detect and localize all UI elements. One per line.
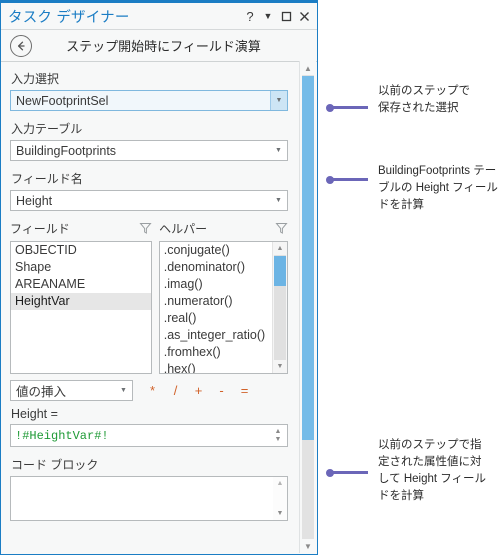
back-arrow-icon[interactable] <box>10 34 32 57</box>
input-selection-value: NewFootprintSel <box>11 93 270 108</box>
leader-dot <box>326 468 334 477</box>
list-item[interactable]: AREANAME <box>11 276 151 293</box>
scrollbar-thumb[interactable] <box>274 256 286 286</box>
operator-plus-button[interactable]: + <box>187 383 210 399</box>
code-block-textarea[interactable]: ▲ ▼ <box>10 476 288 521</box>
chevron-down-icon[interactable]: ▼ <box>270 191 287 210</box>
header-divider <box>1 61 317 62</box>
scroll-up-icon[interactable]: ▲ <box>273 477 287 490</box>
helpers-scrollbar[interactable]: ▲ ▼ <box>272 242 287 373</box>
list-item[interactable]: Shape <box>11 259 151 276</box>
help-icon[interactable]: ? <box>241 6 259 26</box>
scroll-down-icon[interactable]: ▼ <box>273 507 287 520</box>
expression-label: Height = <box>11 407 58 421</box>
scroll-up-icon[interactable]: ▲ <box>273 242 287 255</box>
insert-value-combobox[interactable]: 値の挿入 ▼ <box>10 380 133 401</box>
close-icon[interactable] <box>295 6 313 26</box>
helpers-label: ヘルパー <box>159 222 208 236</box>
list-item[interactable]: .fromhex() <box>160 344 278 361</box>
operator-multiply-button[interactable]: * <box>141 383 164 399</box>
annotation-1: 以前のステップで 保存された選択 <box>378 85 470 114</box>
leader-line-1 <box>326 103 368 112</box>
list-item[interactable]: .as_integer_ratio() <box>160 327 278 344</box>
panel-scrollbar[interactable]: ▲ ▼ <box>299 61 316 553</box>
leader-dot <box>326 103 334 112</box>
input-table-value: BuildingFootprints <box>16 143 117 158</box>
operator-row: 値の挿入 ▼ * / + - = <box>10 380 288 401</box>
maximize-icon[interactable] <box>277 6 295 26</box>
form-body: 入力選択 NewFootprintSel ▼ 入力テーブル BuildingFo… <box>1 63 298 554</box>
expression-value: !#HeightVar#! <box>15 428 109 443</box>
input-selection-label: 入力選択 <box>11 72 60 86</box>
list-item-selected[interactable]: HeightVar <box>11 293 151 310</box>
expression-spinner[interactable]: ▲ ▼ <box>271 428 285 444</box>
list-item[interactable]: .numerator() <box>160 293 278 310</box>
operator-minus-button[interactable]: - <box>210 383 233 399</box>
leader-line-3 <box>326 468 368 477</box>
task-designer-panel: タスク デザイナー ? ▼ ステップ開始時にフィールド演算 入力選択 NewFo… <box>0 0 318 555</box>
spinner-up-icon[interactable]: ▲ <box>275 428 282 436</box>
scrollbar-thumb[interactable] <box>302 76 314 440</box>
list-item[interactable]: .conjugate() <box>160 242 278 259</box>
step-header: ステップ開始時にフィールド演算 <box>1 30 317 61</box>
spinner-down-icon[interactable]: ▼ <box>275 436 282 444</box>
chevron-down-icon[interactable]: ▼ <box>115 381 132 400</box>
fields-listbox[interactable]: OBJECTID Shape AREANAME HeightVar <box>10 241 152 374</box>
list-item[interactable]: .denominator() <box>160 259 278 276</box>
scroll-up-icon[interactable]: ▲ <box>300 61 316 75</box>
list-item[interactable]: OBJECTID <box>11 242 151 259</box>
lists-row: OBJECTID Shape AREANAME HeightVar .conju… <box>10 241 288 374</box>
field-name-combobox[interactable]: Height ▼ <box>10 190 288 211</box>
leader-dot <box>326 175 334 184</box>
field-name-value: Height <box>16 193 53 208</box>
annotation-2: BuildingFootprints テー ブルの Height フィール ドを… <box>378 165 498 211</box>
operator-equals-button[interactable]: = <box>233 383 256 399</box>
title-bar: タスク デザイナー ? ▼ <box>1 3 317 29</box>
chevron-down-icon[interactable]: ▼ <box>270 91 287 110</box>
operator-buttons: * / + - = <box>141 383 256 399</box>
expression-field[interactable]: !#HeightVar#! ▲ ▼ <box>10 424 288 447</box>
input-table-label: 入力テーブル <box>11 122 83 136</box>
code-block-label: コード ブロック <box>11 458 99 472</box>
field-name-label: フィールド名 <box>11 172 83 186</box>
list-item[interactable]: .real() <box>160 310 278 327</box>
scroll-down-icon[interactable]: ▼ <box>273 360 287 373</box>
fields-label: フィールド <box>10 222 70 236</box>
code-block-scrollbar[interactable]: ▲ ▼ <box>273 477 287 520</box>
annotation-3: 以前のステップで指 定された属性値に対 して Height フィール ドを計算 <box>378 439 487 502</box>
input-table-combobox[interactable]: BuildingFootprints ▼ <box>10 140 288 161</box>
leader-line-2 <box>326 175 368 184</box>
list-item[interactable]: .imag() <box>160 276 278 293</box>
funnel-icon[interactable] <box>275 222 288 235</box>
helpers-listbox[interactable]: .conjugate() .denominator() .imag() .num… <box>158 241 288 374</box>
scroll-down-icon[interactable]: ▼ <box>300 539 316 553</box>
input-selection-combobox[interactable]: NewFootprintSel ▼ <box>10 90 288 111</box>
page-title: ステップ開始時にフィールド演算 <box>66 39 261 54</box>
chevron-down-icon[interactable]: ▼ <box>259 6 277 26</box>
insert-value-label: 値の挿入 <box>16 385 67 399</box>
chevron-down-icon[interactable]: ▼ <box>270 141 287 160</box>
operator-divide-button[interactable]: / <box>164 383 187 399</box>
funnel-icon[interactable] <box>139 222 152 235</box>
lists-header: フィールド ヘルパー <box>10 220 288 237</box>
list-item[interactable]: .hex() <box>160 361 278 373</box>
window-title: タスク デザイナー <box>8 9 130 26</box>
